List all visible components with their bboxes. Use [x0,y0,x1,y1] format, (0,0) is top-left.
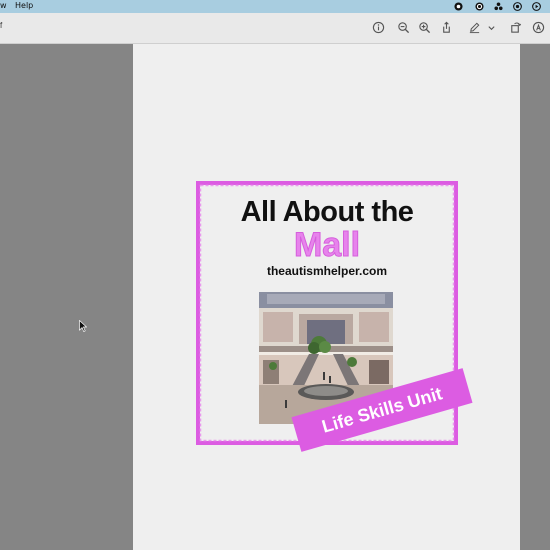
accessibility-icon[interactable] [532,21,545,34]
creative-cloud-icon[interactable] [513,2,522,11]
document-title: f [0,21,3,30]
menu-bar: w Help [0,0,550,13]
dots-icon[interactable] [494,2,503,11]
cover-artwork: All About the Mall theautismhelper.com L… [195,180,473,452]
website-text: theautismhelper.com [266,264,388,278]
rotate-icon[interactable] [509,21,522,34]
zoom-in-icon[interactable] [418,21,431,34]
title-line-1: All About the [240,196,414,228]
title-line-2: Mall [293,226,361,265]
preview-toolbar: f [0,13,550,44]
share-icon[interactable] [440,21,453,34]
menu-item-help[interactable]: Help [15,1,33,10]
play-circle-icon[interactable] [532,2,541,11]
info-icon[interactable] [372,21,385,34]
menu-item-window[interactable]: w [0,1,7,10]
record-icon[interactable] [454,2,463,11]
zoom-out-icon[interactable] [397,21,410,34]
mouse-cursor-icon [79,320,87,332]
chevron-down-icon[interactable] [487,21,496,34]
markup-pen-icon[interactable] [468,21,481,34]
chat-icon[interactable] [475,2,484,11]
